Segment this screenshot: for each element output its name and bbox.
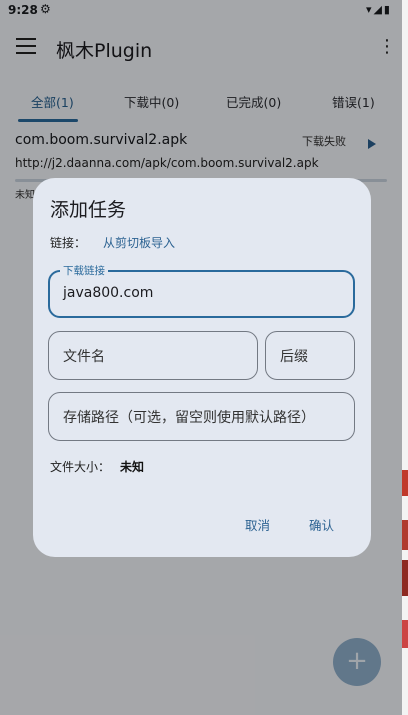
- filename-placeholder: 文件名: [63, 349, 105, 365]
- file-size-value: 未知: [120, 460, 145, 474]
- url-field-value[interactable]: java800.com: [63, 285, 153, 301]
- url-field[interactable]: 下载链接 java800.com: [48, 263, 355, 318]
- confirm-button[interactable]: 确认: [309, 515, 334, 534]
- url-field-label: 下载链接: [60, 263, 108, 278]
- paste-from-clipboard-button[interactable]: 从剪切板导入: [103, 234, 175, 251]
- app-screen: 9:28 ⚙ ▾◢▮ 枫木Plugin ⋮ 全部(1) 下载中(0) 已完成(0…: [0, 0, 402, 715]
- dialog-title: 添加任务: [50, 199, 127, 221]
- suffix-field[interactable]: 后缀: [265, 331, 355, 380]
- add-task-dialog: 添加任务 链接： 从剪切板导入 下载链接 java800.com 文件名 后缀 …: [33, 178, 371, 557]
- cancel-button[interactable]: 取消: [245, 515, 270, 534]
- link-label: 链接：: [50, 236, 87, 250]
- storage-path-placeholder: 存储路径（可选，留空则使用默认路径）: [63, 410, 315, 426]
- background-app-edge: [402, 0, 408, 715]
- filename-field[interactable]: 文件名: [48, 331, 258, 380]
- storage-path-field[interactable]: 存储路径（可选，留空则使用默认路径）: [48, 392, 355, 441]
- file-size-label: 文件大小：: [50, 460, 111, 474]
- suffix-placeholder: 后缀: [280, 349, 308, 365]
